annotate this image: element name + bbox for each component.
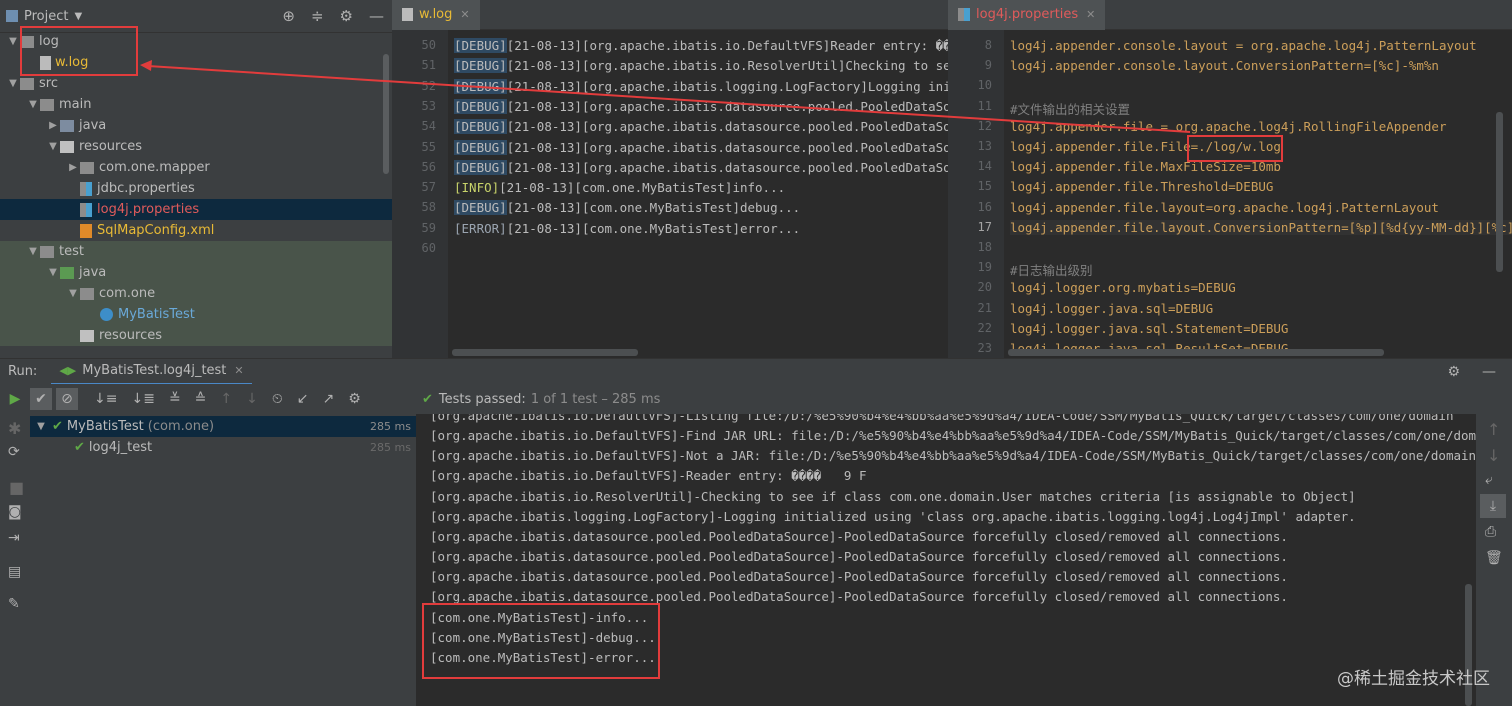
watermark: @稀土掘金技术社区 bbox=[1337, 669, 1490, 689]
annotation-arrow bbox=[140, 60, 1191, 133]
ide-window: Project ▼ ⊕ ≑ ⚙ — ▼ log w.log ▼ src ▼ main ▶ jav… bbox=[0, 0, 1512, 706]
